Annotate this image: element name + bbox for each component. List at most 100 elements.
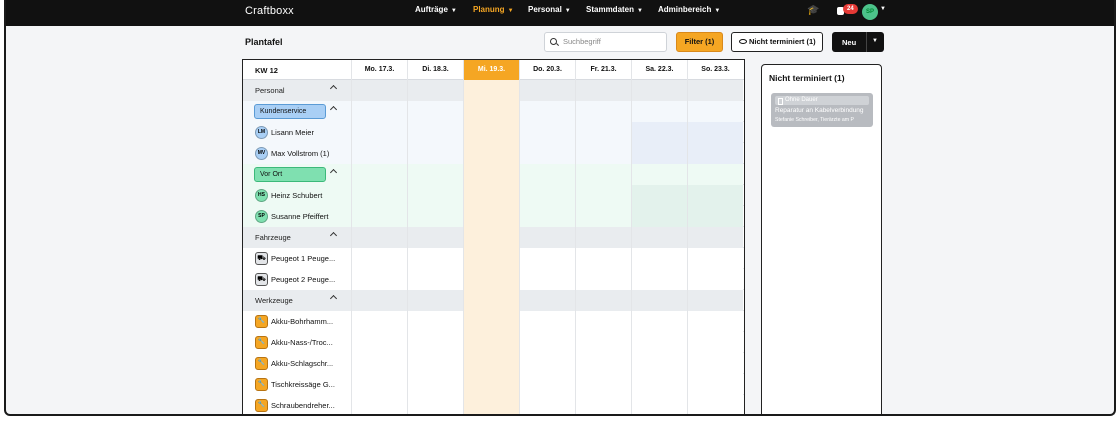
app-logo[interactable]: Craftboxx <box>245 5 294 17</box>
schedule-cell[interactable] <box>463 206 519 227</box>
schedule-cell[interactable] <box>351 122 407 143</box>
schedule-cell[interactable] <box>407 206 463 227</box>
schedule-cell[interactable] <box>631 269 687 290</box>
schedule-cell[interactable] <box>463 122 519 143</box>
new-button[interactable]: Neu ▼ <box>832 32 884 52</box>
schedule-cell[interactable] <box>575 101 631 122</box>
schedule-cell[interactable] <box>407 332 463 353</box>
schedule-cell[interactable] <box>351 269 407 290</box>
user-avatar[interactable]: SP <box>862 4 878 20</box>
schedule-cell[interactable] <box>575 332 631 353</box>
nav-item-auftraege[interactable]: Aufträge ▼ <box>415 5 457 14</box>
resource-name[interactable]: Lisann Meier <box>271 128 314 137</box>
chevron-up-icon[interactable] <box>329 105 338 114</box>
schedule-cell[interactable] <box>519 311 575 332</box>
team-chip[interactable]: Kundenservice <box>254 104 326 119</box>
schedule-cell[interactable] <box>631 248 687 269</box>
schedule-cell[interactable] <box>519 353 575 374</box>
schedule-cell[interactable] <box>575 206 631 227</box>
resource-name[interactable]: Max Vollstrom (1) <box>271 149 329 158</box>
schedule-cell[interactable] <box>463 353 519 374</box>
schedule-cell[interactable] <box>351 185 407 206</box>
team-chip[interactable]: Vor Ort <box>254 167 326 182</box>
schedule-cell[interactable] <box>351 374 407 395</box>
schedule-cell[interactable] <box>407 143 463 164</box>
schedule-cell[interactable] <box>463 269 519 290</box>
resource-name[interactable]: Heinz Schubert <box>271 191 322 200</box>
schedule-cell[interactable] <box>407 353 463 374</box>
schedule-cell[interactable] <box>519 206 575 227</box>
schedule-cell[interactable] <box>407 164 463 185</box>
schedule-cell[interactable] <box>631 143 687 164</box>
schedule-cell[interactable] <box>519 395 575 414</box>
graduation-cap-icon[interactable]: 🎓 <box>807 5 819 16</box>
schedule-cell[interactable] <box>519 185 575 206</box>
unscheduled-job-card[interactable]: Ohne Dauer Reparatur an Kabelverbindung … <box>771 93 873 127</box>
resource-name[interactable]: Peugeot 1 Peuge... <box>271 254 335 263</box>
schedule-cell[interactable] <box>687 311 743 332</box>
chevron-down-icon[interactable]: ▼ <box>880 6 886 12</box>
resource-name[interactable]: Tischkreissäge G... <box>271 380 335 389</box>
schedule-cell[interactable] <box>463 143 519 164</box>
schedule-cell[interactable] <box>351 143 407 164</box>
schedule-cell[interactable] <box>407 269 463 290</box>
schedule-cell[interactable] <box>463 164 519 185</box>
schedule-cell[interactable] <box>519 269 575 290</box>
schedule-cell[interactable] <box>351 101 407 122</box>
resource-name[interactable]: Schraubendreher... <box>271 401 335 410</box>
schedule-cell[interactable] <box>687 353 743 374</box>
schedule-cell[interactable] <box>463 332 519 353</box>
schedule-cell[interactable] <box>575 248 631 269</box>
schedule-cell[interactable] <box>463 185 519 206</box>
schedule-cell[interactable] <box>631 206 687 227</box>
schedule-cell[interactable] <box>687 185 743 206</box>
schedule-cell[interactable] <box>407 101 463 122</box>
schedule-cell[interactable] <box>407 248 463 269</box>
chevron-down-icon[interactable]: ▼ <box>872 38 878 44</box>
schedule-cell[interactable] <box>407 311 463 332</box>
schedule-cell[interactable] <box>631 332 687 353</box>
schedule-cell[interactable] <box>407 122 463 143</box>
schedule-cell[interactable] <box>519 374 575 395</box>
resource-name[interactable]: Peugeot 2 Peuge... <box>271 275 335 284</box>
search-input[interactable]: Suchbegriff <box>544 32 667 52</box>
schedule-cell[interactable] <box>631 185 687 206</box>
schedule-cell[interactable] <box>519 248 575 269</box>
chevron-up-icon[interactable] <box>329 168 338 177</box>
chevron-up-icon[interactable] <box>329 84 338 93</box>
schedule-cell[interactable] <box>687 122 743 143</box>
schedule-cell[interactable] <box>519 332 575 353</box>
schedule-cell[interactable] <box>575 395 631 414</box>
schedule-cell[interactable] <box>687 332 743 353</box>
schedule-cell[interactable] <box>575 353 631 374</box>
schedule-cell[interactable] <box>351 248 407 269</box>
schedule-cell[interactable] <box>687 206 743 227</box>
schedule-cell[interactable] <box>519 164 575 185</box>
schedule-cell[interactable] <box>631 395 687 414</box>
schedule-cell[interactable] <box>575 122 631 143</box>
schedule-cell[interactable] <box>575 185 631 206</box>
filter-button[interactable]: Filter (1) <box>676 32 723 52</box>
resource-name[interactable]: Akku-Nass-/Troc... <box>271 338 333 347</box>
schedule-cell[interactable] <box>519 122 575 143</box>
schedule-cell[interactable] <box>687 395 743 414</box>
schedule-cell[interactable] <box>351 395 407 414</box>
schedule-cell[interactable] <box>519 101 575 122</box>
schedule-cell[interactable] <box>575 164 631 185</box>
schedule-cell[interactable] <box>463 101 519 122</box>
schedule-cell[interactable] <box>631 374 687 395</box>
schedule-cell[interactable] <box>631 353 687 374</box>
chevron-up-icon[interactable] <box>329 231 338 240</box>
schedule-cell[interactable] <box>463 248 519 269</box>
schedule-cell[interactable] <box>351 311 407 332</box>
nav-item-stammdaten[interactable]: Stammdaten ▼ <box>586 5 643 14</box>
schedule-cell[interactable] <box>687 164 743 185</box>
schedule-cell[interactable] <box>631 164 687 185</box>
resource-name[interactable]: Susanne Pfeiffert <box>271 212 328 221</box>
schedule-cell[interactable] <box>575 374 631 395</box>
resource-name[interactable]: Akku-Bohrhamm... <box>271 317 333 326</box>
schedule-cell[interactable] <box>631 311 687 332</box>
schedule-cell[interactable] <box>687 269 743 290</box>
schedule-cell[interactable] <box>407 185 463 206</box>
not-scheduled-button[interactable]: Nicht terminiert (1) <box>731 32 823 52</box>
